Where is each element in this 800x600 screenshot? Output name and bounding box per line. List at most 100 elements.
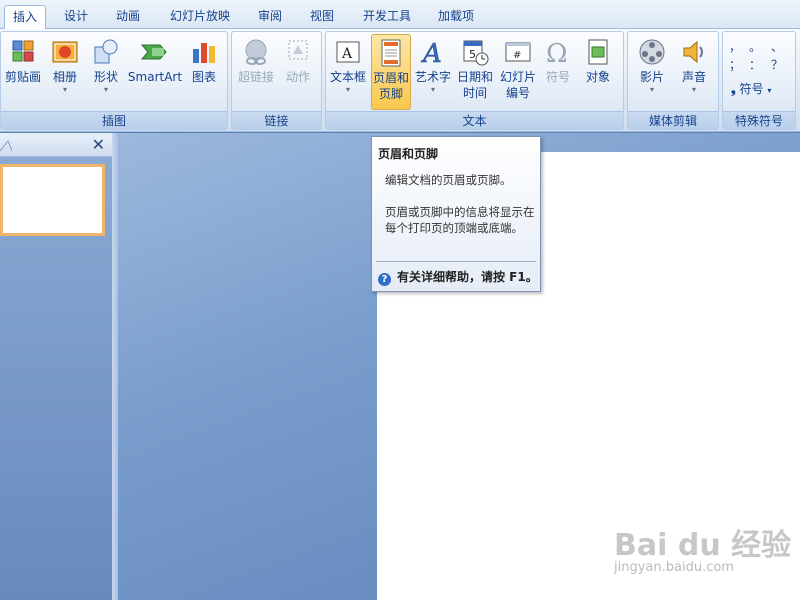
object-icon	[588, 39, 608, 65]
movie-label: 影片	[639, 70, 664, 84]
chevron-down-icon: ▾	[649, 85, 654, 94]
chevron-down-icon: ▾	[767, 86, 772, 95]
wordart-button[interactable]: A 艺术字 ▾	[414, 34, 452, 110]
date-time-label-line1: 日期和	[456, 70, 493, 84]
tab-view[interactable]: 视图	[302, 5, 342, 29]
hyperlink-button[interactable]: 超链接	[234, 34, 278, 110]
hyperlink-icon	[245, 39, 267, 65]
action-icon	[288, 40, 308, 60]
chevron-down-icon: ▾	[103, 85, 108, 94]
slide-number-icon: #	[505, 42, 531, 62]
photo-album-label: 相册	[52, 70, 77, 84]
pane-tab-corner-icon	[0, 140, 12, 152]
header-footer-label-line1: 页眉和	[372, 71, 409, 85]
hyperlink-label: 超链接	[237, 70, 274, 84]
smartart-icon	[140, 44, 167, 60]
symbol-icon: Ω	[546, 39, 568, 67]
header-footer-button[interactable]: 页眉和 页脚	[371, 34, 411, 110]
chart-button[interactable]: 图表	[185, 34, 223, 110]
object-button[interactable]: 对象	[578, 34, 618, 110]
special-symbol-button[interactable]: ❟ 符号 ▾	[731, 80, 771, 97]
header-footer-tooltip: 页眉和页脚 编辑文档的页眉或页脚。 页眉或页脚中的信息将显示在每个打印页的顶端或…	[371, 136, 541, 292]
group-media-label: 媒体剪辑	[628, 111, 718, 129]
close-icon[interactable]: ✕	[92, 135, 105, 154]
textbox-icon: A	[336, 41, 360, 63]
tooltip-separator	[376, 261, 536, 262]
date-time-label-line2: 时间	[462, 86, 487, 100]
group-links: 超链接 动作 链接	[231, 31, 322, 130]
watermark: Bai du 经验 jingyan.baidu.com	[614, 520, 791, 575]
symbol-period[interactable]: 。	[749, 38, 761, 55]
tooltip-help: ? 有关详细帮助，请按 F1。	[378, 268, 538, 286]
group-text-label: 文本	[326, 111, 623, 129]
slide-number-button[interactable]: # 幻灯片 编号	[497, 34, 539, 110]
group-illustrations: 剪贴画 相册 ▾ 形状 ▾ SmartArt 图表 插图	[0, 31, 228, 130]
chevron-down-icon: ▾	[691, 85, 696, 94]
symbol-enumeration-comma[interactable]: 、	[771, 38, 783, 55]
symbol-label: 符号	[545, 70, 570, 84]
shapes-label: 形状	[93, 70, 118, 84]
chevron-down-icon: ▾	[62, 85, 67, 94]
watermark-logo: Bai du 经验	[614, 528, 792, 563]
clipart-icon	[12, 40, 34, 62]
movie-button[interactable]: 影片 ▾	[632, 34, 672, 110]
chart-label: 图表	[191, 70, 216, 84]
group-text: A 文本框 ▾ 页眉和 页脚 A 艺术字 ▾ 5 日期和 时间 # 幻灯片 编号…	[325, 31, 624, 130]
action-label: 动作	[285, 70, 310, 84]
slide-thumbnail[interactable]	[0, 164, 105, 236]
date-time-icon: 5	[463, 40, 489, 66]
photo-album-button[interactable]: 相册 ▾	[47, 34, 83, 110]
sound-icon	[683, 40, 703, 64]
shapes-button[interactable]: 形状 ▾	[87, 34, 125, 110]
group-special-symbols-label: 特殊符号	[723, 111, 795, 129]
svg-text:Ω: Ω	[546, 39, 568, 67]
group-links-label: 链接	[232, 111, 321, 129]
tab-insert[interactable]: 插入	[4, 5, 46, 30]
tab-design[interactable]: 设计	[56, 5, 96, 29]
movie-icon	[639, 39, 665, 65]
tab-addins[interactable]: 加载项	[430, 5, 482, 29]
header-footer-icon	[381, 39, 401, 67]
tooltip-title: 页眉和页脚	[378, 147, 439, 161]
symbol-question[interactable]: ？	[771, 56, 783, 73]
ribbon: 剪贴画 相册 ▾ 形状 ▾ SmartArt 图表 插图 超链接 动作 链接 A…	[0, 29, 800, 132]
clipart-button[interactable]: 剪贴画	[3, 34, 43, 110]
symbol-button[interactable]: Ω 符号	[540, 34, 576, 110]
smartart-button[interactable]: SmartArt	[127, 34, 183, 110]
help-icon: ?	[378, 273, 391, 286]
slide-pane-header: ✕	[0, 133, 113, 157]
chevron-down-icon: ▾	[430, 85, 435, 94]
chevron-down-icon: ▾	[345, 85, 350, 94]
svg-text:A: A	[421, 39, 442, 67]
special-symbol-label: 符号	[739, 82, 764, 96]
tab-developer[interactable]: 开发工具	[356, 5, 418, 29]
textbox-button[interactable]: A 文本框 ▾	[328, 34, 368, 110]
smartart-label: SmartArt	[127, 70, 183, 84]
tooltip-description: 编辑文档的页眉或页脚。	[385, 173, 512, 187]
action-button[interactable]: 动作	[278, 34, 318, 110]
shapes-icon	[94, 39, 118, 64]
tab-slideshow[interactable]: 幻灯片放映	[162, 5, 238, 29]
slide-number-label-line1: 幻灯片	[499, 70, 536, 84]
symbol-comma[interactable]: ，	[729, 38, 741, 55]
textbox-label: 文本框	[329, 70, 366, 84]
header-footer-label-line2: 页脚	[378, 87, 403, 101]
tab-animation[interactable]: 动画	[108, 5, 148, 29]
sound-button[interactable]: 声音 ▾	[674, 34, 714, 110]
symbol-colon[interactable]: ：	[749, 56, 761, 73]
wordart-label: 艺术字	[414, 70, 451, 84]
chart-icon	[193, 43, 215, 63]
clipart-label: 剪贴画	[4, 70, 41, 84]
slide-number-label-line2: 编号	[505, 86, 530, 100]
tooltip-description-detail: 页眉或页脚中的信息将显示在每个打印页的顶端或底端。	[385, 205, 535, 235]
date-time-button[interactable]: 5 日期和 时间	[454, 34, 496, 110]
sound-label: 声音	[681, 70, 706, 84]
wordart-icon: A	[421, 39, 442, 67]
tooltip-help-text: 有关详细帮助，请按 F1。	[397, 270, 538, 284]
object-label: 对象	[585, 70, 610, 84]
group-special-symbols: ， 。 、 ； ： ？ ❟ 符号 ▾ 特殊符号	[722, 31, 796, 130]
photo-album-icon	[52, 41, 78, 63]
svg-text:5: 5	[469, 48, 476, 61]
tab-review[interactable]: 审阅	[250, 5, 290, 29]
symbol-semicolon[interactable]: ；	[729, 56, 741, 73]
